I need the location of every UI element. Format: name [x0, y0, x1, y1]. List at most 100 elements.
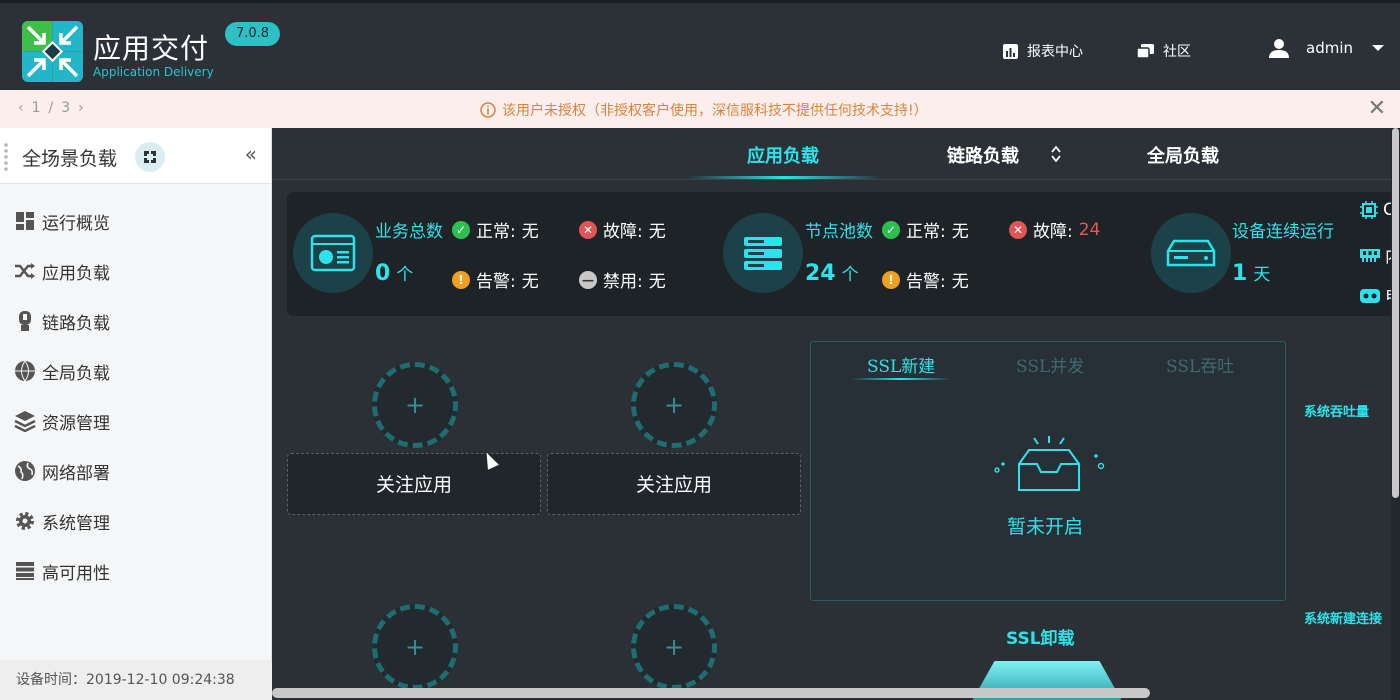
sidebar-item-system[interactable]: 系统管理	[0, 496, 271, 546]
disabled-circle-icon: —	[579, 270, 597, 289]
vertical-scrollbar-thumb[interactable]	[1392, 128, 1399, 498]
power-supply-icon	[1360, 288, 1380, 303]
business-warn-label: 告警:	[476, 272, 516, 292]
notice-pager: ‹ 1 / 3 ›	[18, 100, 84, 116]
tab-ssl-throughput[interactable]: SSL吞吐	[1166, 352, 1234, 377]
pool-normal-label: 正常:	[906, 222, 946, 242]
sidebar-item-global-load[interactable]: 全局负载	[0, 346, 271, 396]
sidebar-item-resources[interactable]: 资源管理	[0, 396, 271, 446]
business-total-value: 0个	[375, 260, 413, 286]
business-warn-value: 无	[521, 272, 539, 292]
drag-grip-icon[interactable]	[4, 142, 8, 172]
main-content: 应用负载 链路负载 全局负载 业务总数 0个 ✓ 正常: 无 ✕ 故障: 无 !…	[272, 128, 1400, 700]
pool-fault-label: 故障:	[1033, 222, 1073, 242]
device-box-icon	[1166, 239, 1216, 267]
ssl-tab-indicator	[851, 378, 951, 380]
sidebar-header: 全场景负载 «	[0, 128, 271, 184]
sort-icon[interactable]	[1051, 146, 1061, 162]
sidebar: 全场景负载 « 运行概览 应用负载 链路负载 全局负载 资源管理 网络部署 系统…	[0, 128, 272, 700]
stats-panel: 业务总数 0个 ✓ 正常: 无 ✕ 故障: 无 ! 告警: 无 — 禁用: 无	[287, 192, 1400, 316]
community-link[interactable]: 社区	[1136, 41, 1191, 61]
ssl-panel: SSL新建 SSL并发 SSL吞吐 暂未开启	[810, 341, 1286, 601]
pager-prev-icon[interactable]: ‹	[18, 100, 24, 116]
server-pool-icon	[744, 237, 782, 270]
dashboard-icon	[14, 210, 36, 232]
sidebar-menu: 运行概览 应用负载 链路负载 全局负载 资源管理 网络部署 系统管理 高可用性	[0, 184, 271, 596]
pool-total-value: 24 个	[805, 260, 859, 286]
server-stack-icon	[14, 560, 36, 582]
sidebar-item-app-load[interactable]: 应用负载	[0, 246, 271, 296]
business-disabled-value: 无	[648, 272, 666, 292]
tab-app-load[interactable]: 应用负载	[747, 142, 819, 168]
business-dashboard-icon	[310, 234, 356, 272]
pool-total-unit: 个	[841, 265, 859, 285]
tab-global-load[interactable]: 全局负载	[1147, 142, 1219, 168]
business-disabled: — 禁用: 无	[579, 267, 666, 292]
app-logo	[22, 21, 83, 82]
empty-inbox-icon	[994, 436, 1105, 491]
business-normal-value: 无	[521, 222, 539, 242]
sidebar-item-ha[interactable]: 高可用性	[0, 546, 271, 596]
tab-ssl-new[interactable]: SSL新建	[867, 352, 935, 377]
ssl-offload-label: SSL卸载	[1006, 629, 1075, 649]
close-icon[interactable]: ✕	[1368, 96, 1386, 121]
pool-normal-value: 无	[951, 222, 969, 242]
sidebar-title: 全场景负载	[22, 148, 118, 170]
pager-next-icon[interactable]: ›	[78, 100, 84, 116]
pool-fault: ✕ 故障: 24	[1009, 217, 1100, 242]
user-menu[interactable]: admin	[1268, 37, 1393, 59]
collapse-sidebar-icon[interactable]: «	[245, 142, 257, 166]
business-fault-value: 无	[648, 222, 666, 242]
sidebar-item-overview[interactable]: 运行概览	[0, 196, 271, 246]
top-header: 应用交付 Application Delivery 7.0.8 报表中心 社区 …	[0, 0, 1400, 93]
report-chart-icon	[1003, 43, 1018, 59]
uptime-value: 1天	[1232, 260, 1270, 286]
pool-circle	[723, 213, 803, 293]
pager-total: 3	[61, 100, 71, 116]
chevron-down-icon	[1372, 45, 1384, 51]
notice-text: 该用户未授权（非授权客户使用，深信服科技不提供任何技术支持!）	[502, 103, 928, 119]
pool-total-label: 节点池数	[805, 222, 873, 242]
layers-icon	[14, 410, 36, 432]
sidebar-item-link-load[interactable]: 链路负载	[0, 296, 271, 346]
system-throughput-label: 系统吞吐量	[1304, 405, 1370, 420]
report-center-link[interactable]: 报表中心	[1002, 41, 1083, 61]
pool-warn-label: 告警:	[906, 272, 946, 292]
community-label: 社区	[1163, 44, 1191, 60]
add-follow-app-button[interactable]: +	[631, 362, 717, 448]
business-normal-label: 正常:	[476, 222, 516, 242]
follow-app-card[interactable]: 关注应用	[547, 453, 801, 515]
check-circle-icon: ✓	[882, 220, 900, 239]
active-tab-indicator	[687, 176, 882, 179]
globe-icon	[14, 460, 36, 482]
business-fault-label: 故障:	[603, 222, 643, 242]
error-circle-icon: ✕	[1009, 220, 1027, 239]
add-follow-app-button[interactable]: +	[372, 604, 458, 690]
dns-globe-icon	[14, 360, 36, 382]
add-follow-app-button[interactable]: +	[631, 604, 717, 690]
link-load-icon	[14, 310, 36, 332]
add-follow-app-button[interactable]: +	[372, 362, 458, 448]
pool-fault-value: 24	[1078, 219, 1101, 240]
tab-link-load[interactable]: 链路负载	[947, 142, 1019, 168]
load-type-tabs: 应用负载 链路负载 全局负载	[272, 128, 1400, 180]
device-time-label: 设备时间：	[16, 672, 86, 688]
sidebar-item-label: 系统管理	[42, 513, 110, 534]
pool-warn: ! 告警: 无	[882, 267, 969, 292]
business-warn: ! 告警: 无	[452, 267, 539, 292]
scene-switch-icon[interactable]	[135, 142, 165, 172]
tab-ssl-concurrent[interactable]: SSL并发	[1016, 352, 1084, 377]
horizontal-scrollbar[interactable]	[272, 688, 1150, 698]
sidebar-item-network[interactable]: 网络部署	[0, 446, 271, 496]
follow-app-card[interactable]: 关注应用	[287, 453, 541, 515]
check-circle-icon: ✓	[452, 220, 470, 239]
vertical-scrollbar[interactable]	[1391, 128, 1400, 700]
report-center-label: 报表中心	[1027, 44, 1083, 60]
plus-icon: +	[404, 633, 426, 661]
business-fault: ✕ 故障: 无	[579, 217, 666, 242]
pager-current: 1	[31, 100, 41, 116]
ssl-empty-text: 暂未开启	[1007, 516, 1084, 538]
business-total-unit: 个	[396, 265, 414, 285]
device-time-value: 2019-12-10 09:24:38	[86, 672, 235, 688]
business-total-number: 0	[375, 261, 391, 286]
